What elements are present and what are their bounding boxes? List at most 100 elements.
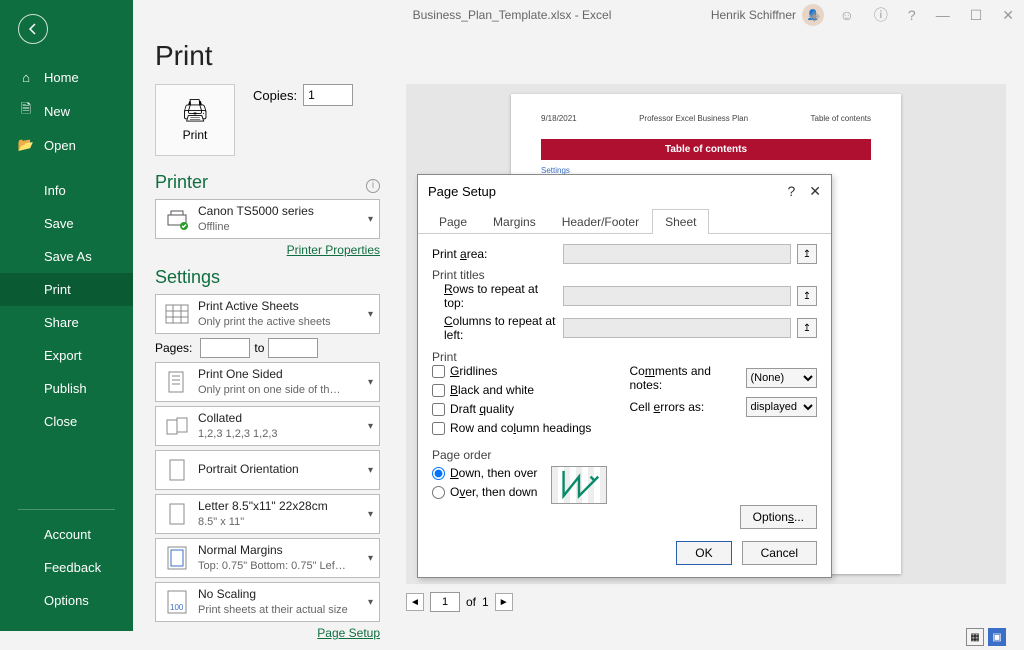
new-icon: 🗎 bbox=[18, 103, 34, 119]
printer-properties-link[interactable]: Printer Properties bbox=[155, 243, 380, 257]
window-controls: ◈ ☺ ⓘ ? — ☐ ✕ bbox=[809, 5, 1014, 25]
errors-label: Cell errors as: bbox=[630, 400, 740, 414]
print-area-range-icon[interactable]: ↥ bbox=[797, 244, 817, 264]
backstage-sidenav: ⌂ Home 🗎 New 📂 Open Info Save Save As Pr… bbox=[0, 0, 133, 631]
page-setup-dialog: Page Setup ? ✕ Page Margins Header/Foote… bbox=[417, 174, 832, 578]
copies-label: Copies: bbox=[253, 88, 297, 103]
rowcol-checkbox[interactable]: Row and column headings bbox=[432, 421, 620, 435]
next-page-button[interactable]: ► bbox=[495, 593, 513, 611]
user-icon[interactable]: ⓘ bbox=[874, 5, 888, 25]
print-what-combo[interactable]: Print Active SheetsOnly print the active… bbox=[155, 294, 380, 334]
prev-page-button[interactable]: ◄ bbox=[406, 593, 424, 611]
over-down-radio[interactable]: Over, then down bbox=[432, 485, 537, 499]
one-sided-icon bbox=[162, 367, 192, 397]
rows-repeat-range-icon[interactable]: ↥ bbox=[797, 286, 817, 306]
comments-label: Comments and notes: bbox=[630, 364, 740, 392]
copies-input[interactable] bbox=[303, 84, 353, 106]
chevron-down-icon: ▾ bbox=[368, 309, 373, 320]
scaling-combo[interactable]: 100 No ScalingPrint sheets at their actu… bbox=[155, 582, 380, 622]
sidenav-home[interactable]: ⌂ Home bbox=[0, 60, 133, 94]
user-block[interactable]: Henrik Schiffner 👤 bbox=[711, 4, 824, 26]
sides-combo[interactable]: Print One SidedOnly print on one side of… bbox=[155, 362, 380, 402]
orientation-combo[interactable]: Portrait Orientation ▾ bbox=[155, 450, 380, 490]
preview-banner: Table of contents bbox=[541, 139, 871, 160]
close-icon[interactable]: ✕ bbox=[1002, 7, 1014, 24]
chevron-down-icon: ▾ bbox=[368, 377, 373, 388]
print-area-input[interactable] bbox=[563, 244, 791, 264]
printer-combo[interactable]: Canon TS5000 series Offline ▾ bbox=[155, 199, 380, 239]
printer-icon: 🖨 bbox=[181, 98, 209, 124]
printer-status-icon bbox=[162, 204, 192, 234]
sidenav-print[interactable]: Print bbox=[0, 273, 133, 306]
chevron-down-icon: ▾ bbox=[368, 509, 373, 520]
filename: Business_Plan_Template.xlsx - Excel bbox=[413, 8, 612, 22]
tab-margins[interactable]: Margins bbox=[480, 209, 549, 234]
cancel-button[interactable]: Cancel bbox=[742, 541, 817, 565]
minimize-icon[interactable]: — bbox=[936, 7, 950, 23]
sidenav-info[interactable]: Info bbox=[0, 174, 133, 207]
tab-sheet[interactable]: Sheet bbox=[652, 209, 709, 234]
sidenav-close[interactable]: Close bbox=[0, 405, 133, 438]
sidenav-publish[interactable]: Publish bbox=[0, 372, 133, 405]
page-order-legend: Page order bbox=[432, 448, 491, 462]
cols-repeat-input[interactable] bbox=[563, 318, 791, 338]
sidenav-share[interactable]: Share bbox=[0, 306, 133, 339]
user-name: Henrik Schiffner bbox=[711, 8, 796, 22]
rows-repeat-input[interactable] bbox=[563, 286, 791, 306]
smiley-icon[interactable]: ☺ bbox=[840, 7, 854, 23]
back-button[interactable] bbox=[18, 14, 48, 44]
sidenav-save-as[interactable]: Save As bbox=[0, 240, 133, 273]
page-setup-link[interactable]: Page Setup bbox=[155, 626, 380, 640]
down-over-radio[interactable]: Down, then over bbox=[432, 466, 537, 480]
collated-combo[interactable]: Collated1,2,3 1,2,3 1,2,3 ▾ bbox=[155, 406, 380, 446]
diamond-icon[interactable]: ◈ bbox=[809, 7, 820, 24]
sidenav-options[interactable]: Options bbox=[0, 584, 133, 617]
gridlines-checkbox[interactable]: Gridlines bbox=[432, 364, 620, 378]
paper-icon bbox=[162, 499, 192, 529]
sidenav-export[interactable]: Export bbox=[0, 339, 133, 372]
maximize-icon[interactable]: ☐ bbox=[970, 7, 983, 24]
print-button[interactable]: 🖨 Print bbox=[155, 84, 235, 156]
pages-to-input[interactable] bbox=[268, 338, 318, 358]
sidenav-account[interactable]: Account bbox=[0, 518, 133, 551]
cols-repeat-range-icon[interactable]: ↥ bbox=[797, 318, 817, 338]
dialog-title: Page Setup bbox=[428, 184, 496, 199]
sidenav-save[interactable]: Save bbox=[0, 207, 133, 240]
printer-section-title: Printer bbox=[155, 172, 208, 193]
titlebar: Business_Plan_Template.xlsx - Excel Henr… bbox=[0, 0, 1024, 30]
scaling-icon: 100 bbox=[162, 587, 192, 617]
tab-page[interactable]: Page bbox=[426, 209, 480, 234]
tab-header-footer[interactable]: Header/Footer bbox=[549, 209, 652, 234]
preview-header: Professor Excel Business Plan bbox=[639, 114, 748, 123]
page-number-input[interactable] bbox=[430, 592, 460, 612]
comments-select[interactable]: (None) bbox=[746, 368, 818, 388]
dialog-close-icon[interactable]: ✕ bbox=[809, 183, 821, 200]
print-titles-legend: Print titles bbox=[432, 268, 485, 282]
sidenav-feedback[interactable]: Feedback bbox=[0, 551, 133, 584]
sidenav-divider bbox=[18, 509, 115, 510]
preview-date: 9/18/2021 bbox=[541, 114, 577, 123]
sidenav-open[interactable]: 📂 Open bbox=[0, 128, 133, 162]
draft-checkbox[interactable]: Draft quality bbox=[432, 402, 620, 416]
rows-repeat-label: Rows to repeat at top: bbox=[432, 282, 557, 310]
svg-text:100: 100 bbox=[170, 603, 184, 612]
bw-checkbox[interactable]: Black and white bbox=[432, 383, 620, 397]
errors-select[interactable]: displayed bbox=[746, 397, 818, 417]
ok-button[interactable]: OK bbox=[676, 541, 731, 565]
sidenav-new[interactable]: 🗎 New bbox=[0, 94, 133, 128]
portrait-icon bbox=[162, 455, 192, 485]
print-controls: 🖨 Print Copies: Printer i Canon TS5000 s… bbox=[155, 84, 380, 650]
options-button[interactable]: Options... bbox=[740, 505, 817, 529]
chevron-down-icon: ▾ bbox=[368, 421, 373, 432]
preview-corner: Table of contents bbox=[811, 114, 871, 123]
chevron-down-icon: ▾ bbox=[368, 553, 373, 564]
info-icon[interactable]: i bbox=[366, 179, 380, 193]
paper-combo[interactable]: Letter 8.5"x11" 22x28cm8.5" x 11" ▾ bbox=[155, 494, 380, 534]
pages-from-input[interactable] bbox=[200, 338, 250, 358]
page-total: 1 bbox=[482, 595, 489, 609]
margins-combo[interactable]: Normal MarginsTop: 0.75" Bottom: 0.75" L… bbox=[155, 538, 380, 578]
help-icon[interactable]: ? bbox=[908, 7, 916, 23]
chevron-down-icon: ▾ bbox=[368, 214, 373, 225]
dialog-help-icon[interactable]: ? bbox=[787, 183, 795, 200]
cols-repeat-label: Columns to repeat at left: bbox=[432, 314, 557, 342]
